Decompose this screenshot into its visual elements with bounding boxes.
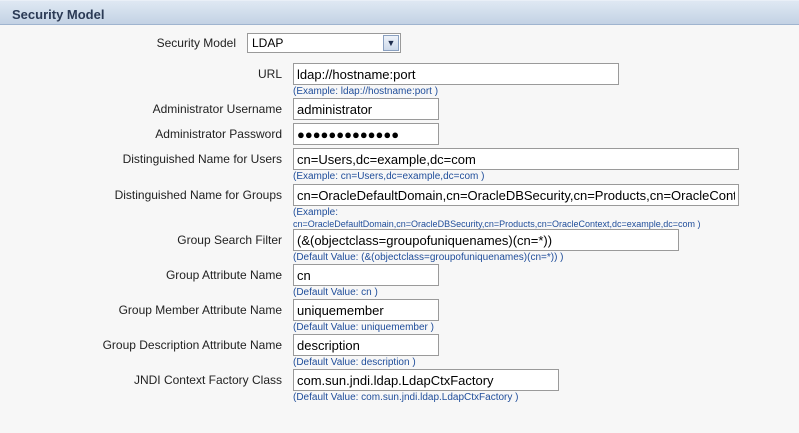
url-hint: (Example: ldap://hostname:port ) <box>293 86 439 97</box>
dn-users-input[interactable] <box>293 148 739 170</box>
dn-groups-hint-line2: cn=OracleDefaultDomain,cn=OracleDBSecuri… <box>293 219 701 229</box>
dn-users-row: Distinguished Name for Users <box>0 148 799 172</box>
group-attribute-name-hint: (Default Value: cn ) <box>293 287 378 298</box>
admin-username-input[interactable] <box>293 98 439 120</box>
jndi-context-factory-class-hint: (Default Value: com.sun.jndi.ldap.LdapCt… <box>293 392 519 403</box>
admin-password-row: Administrator Password <box>0 123 799 147</box>
security-model-label: Security Model <box>156 36 236 50</box>
section-header: Security Model <box>0 0 799 25</box>
group-description-attribute-name-row: Group Description Attribute Name <box>0 334 799 358</box>
group-attribute-name-row: Group Attribute Name <box>0 264 799 288</box>
admin-password-label: Administrator Password <box>155 127 282 141</box>
jndi-context-factory-class-label: JNDI Context Factory Class <box>133 373 282 387</box>
dn-groups-hint-line1: (Example: <box>293 207 339 218</box>
group-attribute-name-label: Group Attribute Name <box>165 268 282 282</box>
group-search-filter-input[interactable] <box>293 229 679 251</box>
jndi-context-factory-class-row: JNDI Context Factory Class <box>0 369 799 393</box>
jndi-context-factory-class-input[interactable] <box>293 369 559 391</box>
group-search-filter-row: Group Search Filter <box>0 229 799 253</box>
group-search-filter-hint: (Default Value: (&(objectclass=groupofun… <box>293 252 564 263</box>
group-member-attribute-name-row: Group Member Attribute Name <box>0 299 799 323</box>
chevron-down-icon[interactable]: ▼ <box>383 35 399 51</box>
dn-groups-label: Distinguished Name for Groups <box>114 188 282 202</box>
admin-username-label: Administrator Username <box>152 102 282 116</box>
group-attribute-name-input[interactable] <box>293 264 439 286</box>
group-search-filter-label: Group Search Filter <box>177 233 282 247</box>
section-title: Security Model <box>12 7 105 22</box>
security-model-selected: LDAP <box>252 36 284 50</box>
dn-users-label: Distinguished Name for Users <box>122 152 282 166</box>
group-member-attribute-name-label: Group Member Attribute Name <box>118 303 282 317</box>
admin-password-input[interactable] <box>293 123 439 145</box>
url-row: URL <box>0 63 799 87</box>
group-member-attribute-name-hint: (Default Value: uniquemember ) <box>293 322 434 333</box>
dn-groups-row: Distinguished Name for Groups <box>0 184 799 208</box>
admin-username-row: Administrator Username <box>0 98 799 122</box>
group-description-attribute-name-hint: (Default Value: description ) <box>293 357 416 368</box>
group-description-attribute-name-input[interactable] <box>293 334 439 356</box>
security-model-row: Security Model LDAP ▼ <box>0 32 799 56</box>
group-description-attribute-name-label: Group Description Attribute Name <box>102 338 282 352</box>
dn-users-hint: (Example: cn=Users,dc=example,dc=com ) <box>293 171 485 182</box>
group-member-attribute-name-input[interactable] <box>293 299 439 321</box>
dn-groups-input[interactable] <box>293 184 739 206</box>
security-model-select[interactable]: LDAP ▼ <box>247 33 401 53</box>
url-input[interactable] <box>293 63 619 85</box>
url-label: URL <box>257 67 282 81</box>
